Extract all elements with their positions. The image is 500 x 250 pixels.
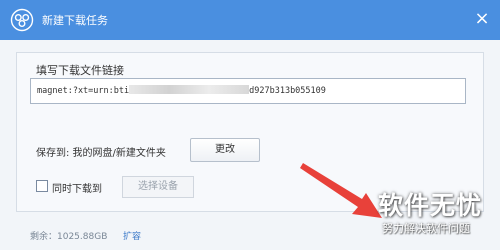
watermark-title: 软件无忧: [378, 191, 483, 220]
link-label: 填写下载文件链接: [36, 64, 124, 77]
sync-download-checkbox[interactable]: [36, 180, 48, 192]
link-input[interactable]: magnet:?xt=urn:bti d927b313b055109: [30, 78, 466, 104]
save-path-label: 保存到: 我的网盘/新建文件夹: [36, 148, 166, 159]
link-suffix: d927b313b055109: [249, 86, 326, 96]
window-title: 新建下载任务: [42, 14, 108, 27]
select-device-button[interactable]: 选择设备: [122, 176, 194, 198]
sync-download-label: 同时下载到: [52, 184, 102, 195]
close-button[interactable]: ×: [472, 10, 492, 30]
red-arrow-icon: [300, 163, 382, 218]
watermark-subtitle: 努力解决软件问题: [382, 222, 470, 235]
expand-link[interactable]: 扩容: [123, 229, 141, 242]
remaining-space: 剩余：1025.88GB: [30, 232, 108, 242]
title-bar: 新建下载任务 ×: [0, 0, 500, 40]
link-prefix: magnet:?xt=urn:bti: [37, 86, 130, 96]
change-button[interactable]: 更改: [190, 138, 260, 162]
blurred-link-segment: [129, 85, 250, 94]
cloud-logo-icon: [10, 8, 34, 32]
